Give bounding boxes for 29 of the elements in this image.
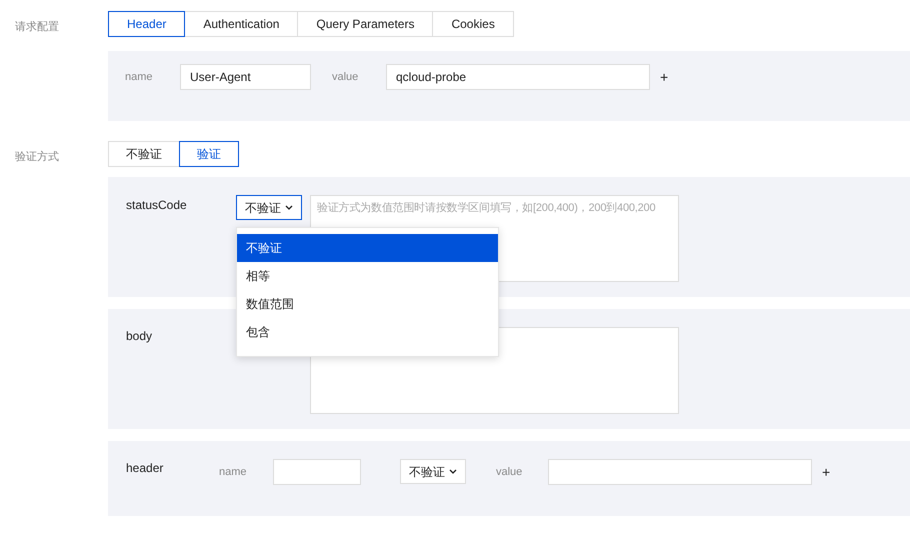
field-label: value (496, 465, 524, 480)
field-label: name (125, 70, 154, 85)
add-button[interactable]: + (660, 66, 668, 88)
chevron-down-icon (285, 205, 293, 210)
tab[interactable]: Header (108, 11, 186, 37)
dropdown-option[interactable]: 包含 (237, 318, 498, 346)
field-label: name (219, 465, 248, 480)
dropdown-option[interactable]: 数值范围 (237, 290, 498, 318)
field-label: value (332, 70, 360, 85)
tab[interactable]: Authentication (184, 11, 298, 37)
tab[interactable]: Query Parameters (297, 11, 434, 37)
dropdown-option[interactable]: 相等 (237, 262, 498, 290)
select-dropdown[interactable]: 不验证 (236, 195, 302, 220)
input-field[interactable]: qcloud-probe (386, 64, 650, 90)
section-label: 请求配置 (14, 20, 60, 35)
field-label: statusCode (126, 197, 188, 214)
tab[interactable]: Cookies (432, 11, 514, 37)
select-dropdown[interactable]: 不验证 (400, 459, 466, 484)
input-field[interactable]: User-Agent (180, 64, 311, 90)
dropdown-option[interactable]: 不验证 (237, 234, 498, 262)
input-field[interactable] (273, 459, 361, 485)
field-label: header (126, 460, 164, 477)
toggle-button[interactable]: 验证 (179, 141, 239, 167)
chevron-down-icon (449, 469, 457, 474)
add-button[interactable]: + (822, 459, 830, 483)
section-label: 验证方式 (14, 150, 60, 165)
toggle-button[interactable]: 不验证 (108, 141, 180, 167)
input-field[interactable] (548, 459, 812, 485)
field-label: body (126, 328, 154, 345)
